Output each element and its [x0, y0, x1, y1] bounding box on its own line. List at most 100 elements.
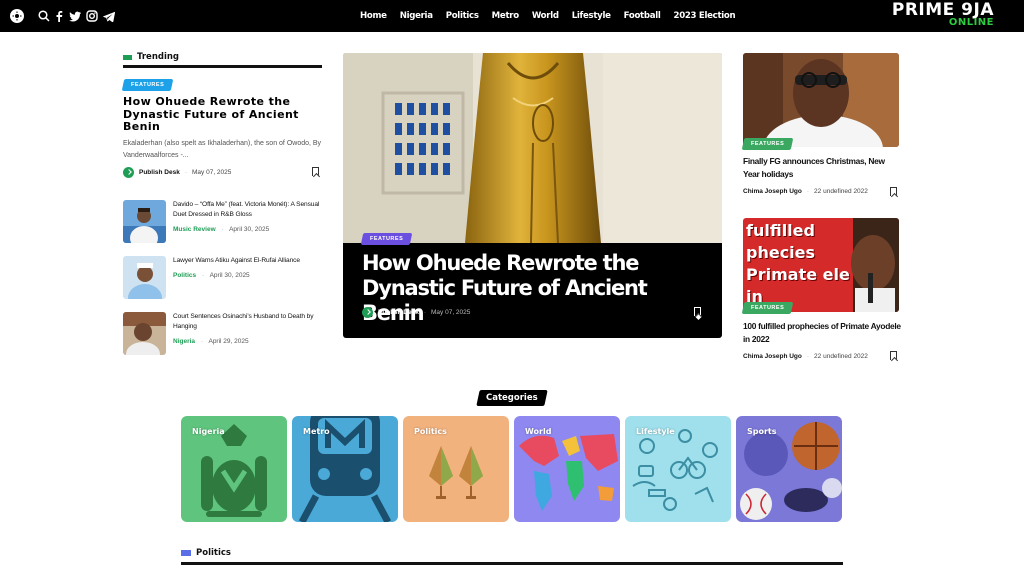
- category-tile-label: Metro: [303, 427, 330, 436]
- badge-label: FEATURES: [370, 236, 404, 242]
- categories-heading: Categories: [476, 390, 548, 406]
- author-avatar[interactable]: [362, 307, 373, 318]
- categories-heading-label: Categories: [486, 393, 538, 403]
- list-item-title[interactable]: Davido – “Offa Me” (feat. Victoria Monét…: [173, 200, 323, 220]
- author-name[interactable]: Publish Desk: [139, 169, 180, 176]
- list-item-category[interactable]: Politics: [173, 272, 196, 279]
- hero-meta: Publish Desk · May 07, 2025: [362, 307, 470, 318]
- category-tile-politics[interactable]: Politics: [403, 416, 509, 522]
- category-tile-label: Sports: [747, 427, 777, 436]
- nav-nigeria[interactable]: Nigeria: [400, 11, 433, 21]
- nav-lifestyle[interactable]: Lifestyle: [572, 11, 611, 21]
- category-badge[interactable]: FEATURES: [741, 138, 794, 150]
- list-item[interactable]: Lawyer Warns Atiku Against El-Rufai Alli…: [123, 256, 323, 300]
- meta-separator: ·: [201, 272, 205, 279]
- instagram-icon[interactable]: [84, 8, 100, 24]
- side-card-title[interactable]: 100 fulfilled prophecies of Primate Ayod…: [743, 320, 903, 346]
- nav-football[interactable]: Football: [624, 11, 661, 21]
- author-name[interactable]: Chima Joseph Ugo: [743, 353, 802, 360]
- category-tile-lifestyle[interactable]: Lifestyle: [625, 416, 731, 522]
- category-tile-label: Politics: [414, 427, 447, 436]
- category-tile-sports[interactable]: Sports: [736, 416, 842, 522]
- category-tile-world[interactable]: World: [514, 416, 620, 522]
- meta-separator: ·: [184, 169, 187, 176]
- politics-marker: [181, 550, 191, 556]
- trending-heading: Trending: [123, 52, 179, 62]
- nav-2023-election[interactable]: 2023 Election: [674, 11, 736, 21]
- politics-heading: Politics: [181, 548, 231, 558]
- post-date: May 07, 2025: [431, 309, 471, 316]
- badge-label: FEATURES: [751, 305, 785, 311]
- logo-line1: PRIME 9JA: [891, 0, 994, 20]
- meta-separator: ·: [806, 353, 810, 360]
- list-item-meta: Politics · April 30, 2025: [173, 272, 250, 279]
- badge-label: FEATURES: [131, 82, 165, 88]
- twitter-icon[interactable]: [67, 8, 83, 24]
- trending-rule: [123, 65, 322, 68]
- badge-label: FEATURES: [751, 141, 785, 147]
- nav-politics[interactable]: Politics: [446, 11, 479, 21]
- category-badge[interactable]: FEATURES: [741, 302, 794, 314]
- post-date: May 07, 2025: [192, 169, 232, 176]
- side-card-image[interactable]: fulfilled phecies Primate ele in: [743, 218, 899, 312]
- list-item-meta: Music Review · April 30, 2025: [173, 226, 269, 233]
- nav-home[interactable]: Home: [360, 11, 387, 21]
- main-nav: Home Nigeria Politics Metro World Lifest…: [360, 0, 736, 32]
- nav-metro[interactable]: Metro: [492, 11, 519, 21]
- side-card-meta: Chima Joseph Ugo · 22 undefined 2022: [743, 188, 868, 195]
- side-card-image[interactable]: [743, 53, 899, 147]
- list-item-title[interactable]: Court Sentences Osinachi’s Husband to De…: [173, 312, 323, 332]
- theme-toggle-icon[interactable]: [10, 9, 24, 23]
- thumbnail-image[interactable]: [123, 312, 166, 355]
- bookmark-icon[interactable]: [312, 167, 319, 176]
- list-item-category[interactable]: Music Review: [173, 226, 216, 233]
- search-icon[interactable]: [36, 8, 52, 24]
- trending-heading-label: Trending: [137, 52, 180, 62]
- post-date: 22 undefined 2022: [814, 353, 868, 360]
- thumbnail-image[interactable]: [123, 256, 166, 299]
- trending-featured-excerpt: Ekaladerhan (also spelt as Ikhaladerhan)…: [123, 140, 322, 159]
- meta-separator: ·: [806, 188, 810, 195]
- category-tile-label: Lifestyle: [636, 427, 675, 436]
- side-card-meta: Chima Joseph Ugo · 22 undefined 2022: [743, 353, 868, 360]
- telegram-icon[interactable]: [101, 8, 117, 24]
- list-item-meta: Nigeria · April 29, 2025: [173, 338, 249, 345]
- trending-featured-meta: Publish Desk · May 07, 2025: [123, 167, 231, 178]
- meta-separator: ·: [221, 226, 224, 233]
- bookmark-icon[interactable]: [890, 187, 897, 196]
- list-item-date: April 30, 2025: [209, 272, 250, 279]
- trending-marker: [123, 54, 132, 60]
- list-item-title[interactable]: Lawyer Warns Atiku Against El-Rufai Alli…: [173, 256, 323, 266]
- bookmark-icon[interactable]: [694, 307, 701, 316]
- list-item[interactable]: Court Sentences Osinachi’s Husband to De…: [123, 312, 323, 356]
- category-tile-nigeria[interactable]: Nigeria: [181, 416, 287, 522]
- meta-separator: ·: [423, 309, 426, 316]
- author-name[interactable]: Chima Joseph Ugo: [743, 188, 802, 195]
- facebook-icon[interactable]: [51, 8, 67, 24]
- meta-separator: ·: [200, 338, 204, 345]
- image-overlay-text: fulfilled phecies Primate ele in: [746, 221, 850, 306]
- list-item-date: April 29, 2025: [208, 338, 249, 345]
- politics-rule: [181, 562, 843, 565]
- side-card-title[interactable]: Finally FG announces Christmas, New Year…: [743, 155, 903, 181]
- bookmark-icon[interactable]: [890, 351, 897, 360]
- category-tile-metro[interactable]: Metro: [292, 416, 398, 522]
- thumbnail-image[interactable]: [123, 200, 166, 243]
- list-item-category[interactable]: Nigeria: [173, 338, 195, 345]
- list-item-date: April 30, 2025: [229, 226, 270, 233]
- category-badge[interactable]: FEATURES: [360, 233, 413, 245]
- trending-featured-title[interactable]: How Ohuede Rewrote the Dynastic Future o…: [123, 95, 323, 134]
- category-tile-label: World: [525, 427, 552, 436]
- author-avatar[interactable]: [123, 167, 134, 178]
- author-name[interactable]: Publish Desk: [378, 309, 419, 316]
- politics-heading-label: Politics: [196, 548, 231, 558]
- list-item[interactable]: Davido – “Offa Me” (feat. Victoria Monét…: [123, 200, 323, 244]
- nav-world[interactable]: World: [532, 11, 559, 21]
- hero-image[interactable]: [343, 53, 722, 244]
- category-badge[interactable]: FEATURES: [121, 79, 174, 91]
- post-date: 22 undefined 2022: [814, 188, 868, 195]
- header-bar: Home Nigeria Politics Metro World Lifest…: [0, 0, 1024, 32]
- hero-card[interactable]: FEATURES How Ohuede Rewrote the Dynastic…: [343, 53, 722, 338]
- site-logo[interactable]: PRIME 9JA ONLINE: [892, 2, 994, 28]
- category-tile-label: Nigeria: [192, 427, 225, 436]
